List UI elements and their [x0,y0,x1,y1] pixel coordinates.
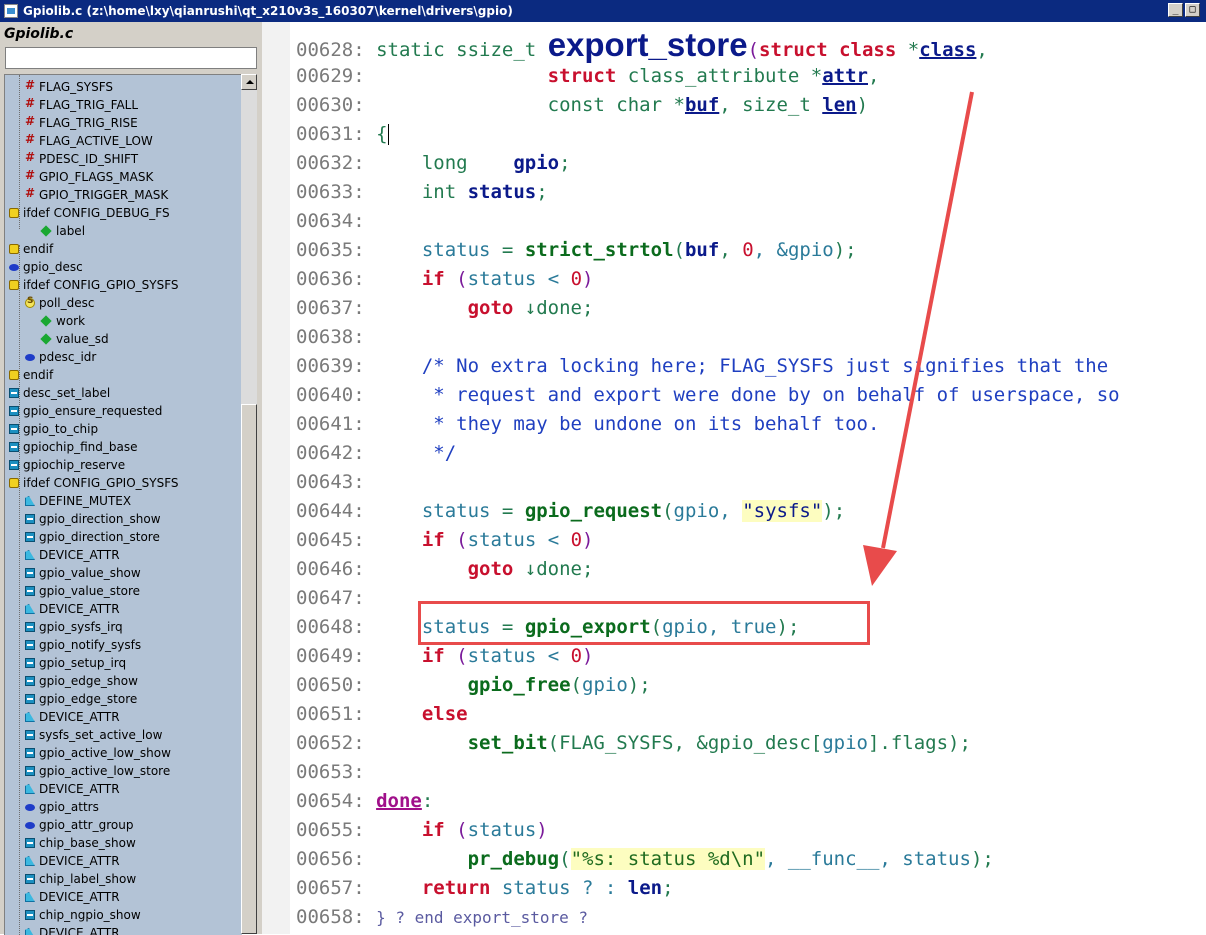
arrow-shaft [881,91,974,549]
arrow-head [863,545,897,586]
arrow-annotation-icon [863,91,974,586]
